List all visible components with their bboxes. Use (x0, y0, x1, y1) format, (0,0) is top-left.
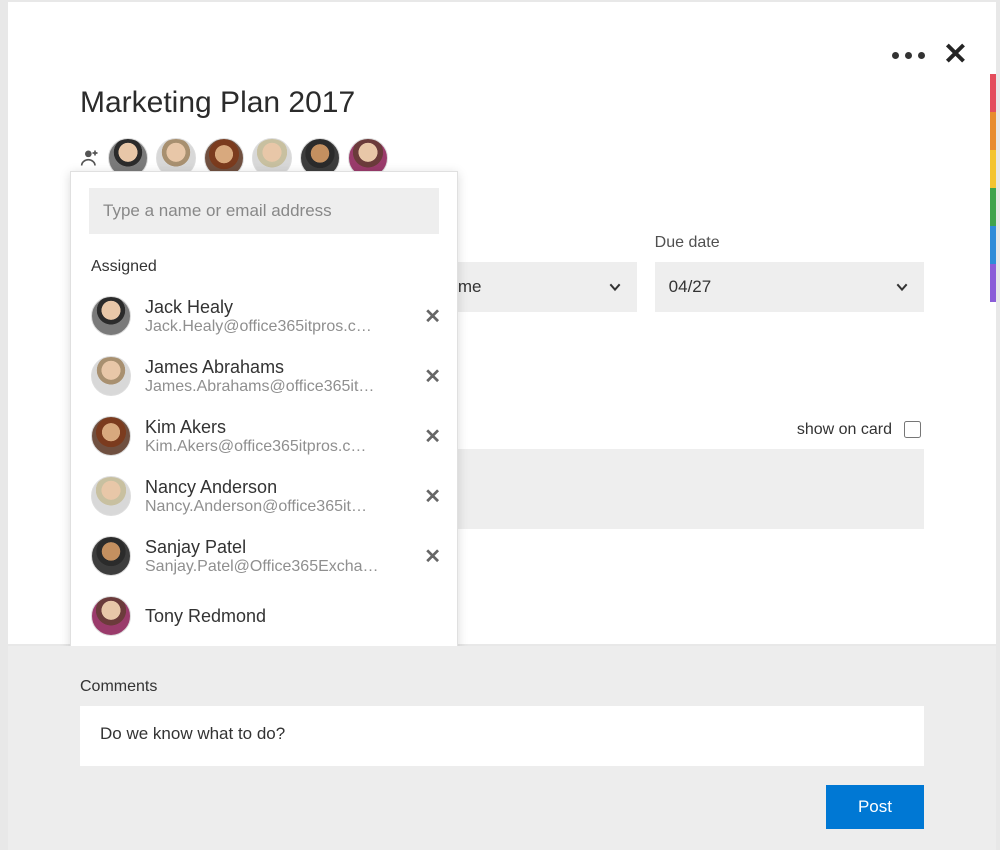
assigned-person-item[interactable]: Tony Redmond (89, 586, 457, 646)
person-email: Kim.Akers@office365itpros.c… (145, 438, 385, 456)
people-picker-popover: Assigned Jack Healy Jack.Healy@office365… (70, 171, 458, 655)
remove-person-icon[interactable]: ✕ (418, 364, 447, 389)
avatar (91, 596, 131, 636)
card-actions: ✕ (892, 40, 968, 70)
avatar (91, 476, 131, 516)
chevron-down-icon (894, 279, 910, 295)
person-name: Jack Healy (145, 297, 404, 318)
people-picker-list[interactable]: Assigned Jack Healy Jack.Healy@office365… (71, 246, 457, 654)
person-name: Kim Akers (145, 417, 404, 438)
person-name: James Abrahams (145, 357, 404, 378)
assigned-person-item[interactable]: Jack Healy Jack.Healy@office365itpros.c…… (89, 286, 457, 346)
remove-person-icon[interactable]: ✕ (418, 424, 447, 449)
assigned-person-item[interactable]: Kim Akers Kim.Akers@office365itpros.c… ✕ (89, 406, 457, 466)
due-date-dropdown[interactable]: 04/27 (655, 262, 924, 312)
person-name: Nancy Anderson (145, 477, 404, 498)
person-email: Jack.Healy@office365itpros.c… (145, 318, 385, 336)
avatar (91, 356, 131, 396)
add-assignee-icon[interactable] (80, 148, 100, 168)
person-text: Sanjay Patel Sanjay.Patel@Office365Excha… (145, 537, 404, 576)
assigned-person-item[interactable]: James Abrahams James.Abrahams@office365i… (89, 346, 457, 406)
avatar (91, 416, 131, 456)
remove-person-icon[interactable]: ✕ (418, 304, 447, 329)
category-color-strip[interactable] (990, 74, 996, 302)
post-comment-button[interactable]: Post (826, 785, 924, 829)
comments-footer: Comments Post (8, 646, 996, 850)
comment-input[interactable] (80, 706, 924, 766)
avatar (91, 296, 131, 336)
assigned-person-item[interactable]: Nancy Anderson Nancy.Anderson@office365i… (89, 466, 457, 526)
person-email: James.Abrahams@office365it… (145, 378, 385, 396)
person-name: Sanjay Patel (145, 537, 404, 558)
remove-person-icon[interactable]: ✕ (418, 484, 447, 509)
person-email: Sanjay.Patel@Office365Excha… (145, 558, 385, 576)
chevron-down-icon (607, 279, 623, 295)
person-text: Kim Akers Kim.Akers@office365itpros.c… (145, 417, 404, 456)
remove-person-icon[interactable]: ✕ (418, 544, 447, 569)
assigned-section-label: Assigned (91, 258, 457, 276)
task-title[interactable]: Marketing Plan 2017 (80, 86, 924, 120)
field-label: Due date (655, 234, 924, 252)
person-text: James Abrahams James.Abrahams@office365i… (145, 357, 404, 396)
assigned-person-item[interactable]: Sanjay Patel Sanjay.Patel@Office365Excha… (89, 526, 457, 586)
show-on-card-label: show on card (797, 421, 892, 439)
person-text: Tony Redmond (145, 606, 447, 627)
comments-label: Comments (80, 678, 924, 696)
person-text: Nancy Anderson Nancy.Anderson@office365i… (145, 477, 404, 516)
more-options-icon[interactable] (892, 52, 925, 59)
due-date-field: Due date 04/27 (655, 234, 924, 312)
dropdown-value: 04/27 (669, 277, 712, 297)
show-on-card-checkbox[interactable] (904, 421, 921, 438)
person-name: Tony Redmond (145, 606, 447, 627)
person-email: Nancy.Anderson@office365it… (145, 498, 385, 516)
person-text: Jack Healy Jack.Healy@office365itpros.c… (145, 297, 404, 336)
people-search-input[interactable] (89, 188, 439, 234)
avatar (91, 536, 131, 576)
close-icon[interactable]: ✕ (943, 40, 968, 70)
